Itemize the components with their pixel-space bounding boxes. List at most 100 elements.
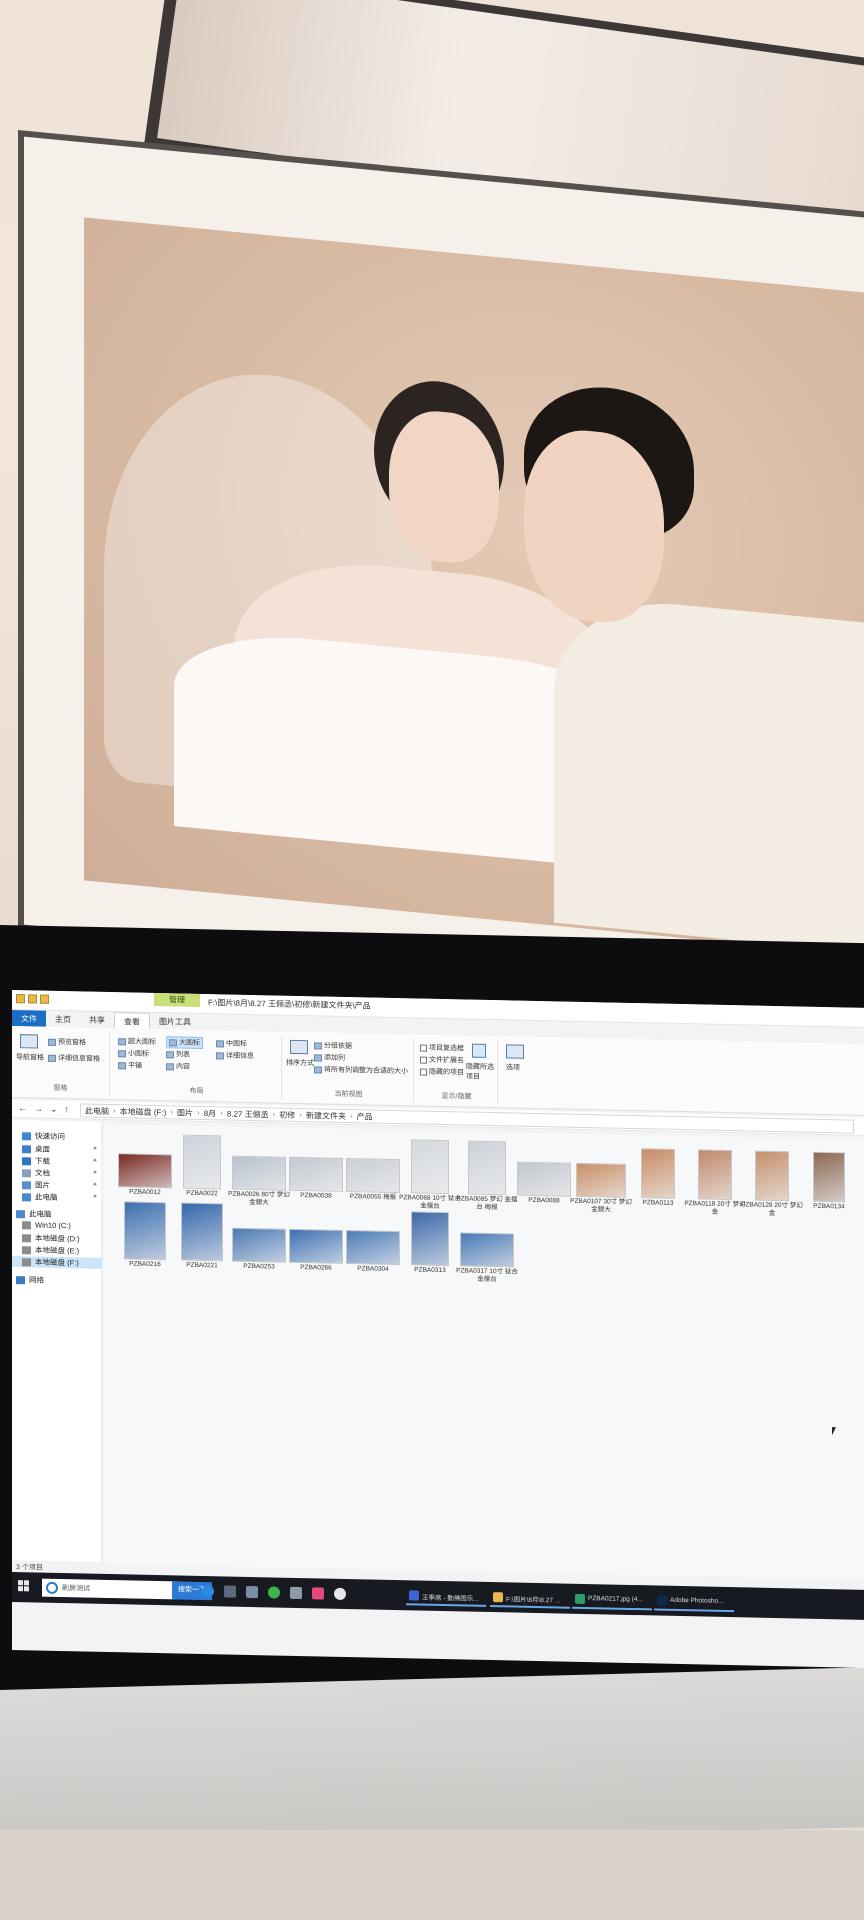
layout-extra-large-icons[interactable]: 超大图标 (118, 1036, 156, 1047)
app-icon[interactable] (290, 1586, 302, 1600)
checkbox[interactable] (420, 1044, 427, 1052)
back-arrow-icon[interactable]: ← (18, 1103, 27, 1114)
recent-chevron-icon[interactable]: ⌄ (50, 1104, 58, 1115)
file-thumbnail[interactable]: PZBA0012 (118, 1130, 172, 1201)
pin-icon[interactable]: ✦ (92, 1193, 98, 1201)
taskbar-window-button[interactable]: Adobe Photosho... (654, 1590, 734, 1613)
file-thumbnail[interactable]: PZBA0026 80寸 梦幻金銀大 (228, 1133, 290, 1206)
tab-view[interactable]: 查看 (114, 1012, 150, 1029)
folder-icon[interactable] (40, 994, 49, 1004)
breadcrumb-item[interactable]: 初修 (279, 1110, 295, 1120)
folder-icon[interactable] (16, 994, 25, 1004)
options-button[interactable]: 选项 (506, 1062, 520, 1072)
pin-icon[interactable]: ✦ (92, 1181, 98, 1189)
item-checkboxes-toggle[interactable]: 项目复选框 (420, 1043, 464, 1054)
tab-home[interactable]: 主页 (46, 1011, 80, 1028)
group-by-button[interactable]: 分组依据 (314, 1040, 352, 1051)
sidebar-item[interactable]: 文档 (22, 1167, 50, 1179)
file-thumbnail[interactable]: PZBA0088 (517, 1139, 571, 1210)
checkbox[interactable] (420, 1068, 427, 1076)
sidebar-item[interactable]: Win10 (C:) (22, 1220, 71, 1230)
file-thumbnail[interactable]: PZBA0118 20寸 梦幻金 (684, 1142, 746, 1216)
file-thumbnail[interactable]: PZBA0068 10寸 钛合金摆台 (399, 1136, 461, 1210)
hide-selected-icon[interactable] (472, 1043, 486, 1058)
checkbox[interactable] (420, 1056, 427, 1064)
preview-pane-button[interactable]: 预览窗格 (48, 1037, 86, 1048)
quick-access-toolbar[interactable] (16, 994, 49, 1004)
details-pane-button[interactable]: 详细信息窗格 (48, 1053, 100, 1064)
search-input[interactable]: 刷屏测试 (62, 1585, 90, 1593)
sort-icon[interactable] (290, 1039, 308, 1055)
hidden-items-toggle[interactable]: 隐藏的项目 (420, 1067, 464, 1078)
file-thumbnail[interactable]: PZBA0221 (175, 1203, 229, 1274)
breadcrumb-item[interactable]: 8月 (204, 1108, 216, 1118)
breadcrumb-item[interactable]: 8.27 王俪丞 (227, 1108, 269, 1119)
sidebar-item[interactable]: 图片 (22, 1179, 50, 1191)
app-icon[interactable] (312, 1587, 324, 1600)
wechat-icon[interactable] (268, 1586, 280, 1599)
add-columns-button[interactable]: 添加列 (314, 1052, 345, 1063)
breadcrumb-item[interactable]: 产品 (357, 1111, 373, 1121)
breadcrumb-item[interactable]: 此电脑 (85, 1106, 109, 1117)
sidebar-item[interactable]: 此电脑 (16, 1208, 52, 1220)
pin-icon[interactable]: ✦ (92, 1169, 98, 1177)
file-thumbnail[interactable]: PZBA0253 (232, 1205, 286, 1276)
file-thumbnail[interactable]: PZBA0313 (403, 1208, 457, 1279)
layout-medium-icons[interactable]: 中图标 (216, 1038, 247, 1049)
tab-share[interactable]: 共享 (80, 1011, 114, 1028)
file-thumbnail[interactable]: PZBA0266 (289, 1206, 343, 1277)
layout-large-icons[interactable]: 大图标 (166, 1036, 203, 1050)
layout-content[interactable]: 内容 (166, 1061, 190, 1072)
sidebar-item[interactable]: 本地磁盘 (F:) (12, 1256, 102, 1269)
layout-tiles[interactable]: 平铺 (118, 1060, 142, 1071)
breadcrumb-item[interactable]: 图片 (177, 1107, 193, 1117)
file-thumbnail[interactable]: PZBA0304 (346, 1207, 400, 1278)
app-icon[interactable] (334, 1587, 346, 1600)
taskbar-search[interactable]: 刷屏测试 搜索一下 (42, 1578, 212, 1601)
hide-selected-button[interactable]: 隐藏所选项目 (466, 1062, 498, 1083)
sidebar-item[interactable]: 此电脑 (22, 1191, 58, 1203)
up-arrow-icon[interactable]: ↑ (65, 1104, 70, 1115)
sidebar-item[interactable]: 网络 (16, 1274, 44, 1286)
file-thumbnail[interactable]: PZBA0317 10寸 钛合金摆台 (456, 1209, 518, 1283)
taskbar-window-button[interactable]: PZBA0217.jpg (4... (572, 1588, 652, 1611)
sidebar-item[interactable]: 下载 (22, 1155, 50, 1167)
sidebar-item[interactable]: 快速访问 (22, 1130, 65, 1142)
layout-small-icons[interactable]: 小图标 (118, 1048, 149, 1059)
task-view-icon[interactable] (224, 1585, 236, 1598)
manage-context-tab[interactable]: 管理 (154, 992, 200, 1007)
navigation-pane-button[interactable]: 导航窗格 (16, 1052, 44, 1063)
layout-list[interactable]: 列表 (166, 1049, 190, 1060)
navigation-pane-icon[interactable] (20, 1034, 38, 1049)
file-thumbnail[interactable]: PZBA0134 (802, 1145, 856, 1216)
tab-file[interactable]: 文件 (12, 1010, 46, 1027)
sort-by-button[interactable]: 排序方式 (286, 1058, 314, 1069)
sidebar-item[interactable]: 桌面 (22, 1143, 50, 1155)
fit-columns-button[interactable]: 将所有列调整为合适的大小 (314, 1064, 408, 1076)
tab-picture-tools[interactable]: 图片工具 (150, 1013, 200, 1030)
file-thumbnail[interactable]: PZBA0128 20寸 梦幻金 (741, 1143, 803, 1217)
edge-browser-icon[interactable] (202, 1584, 214, 1598)
folder-icon[interactable] (28, 994, 37, 1004)
file-thumbnail[interactable]: PZBA0216 (118, 1202, 172, 1273)
forward-arrow-icon[interactable]: → (34, 1103, 43, 1114)
breadcrumb-item[interactable]: 新建文件夹 (306, 1110, 346, 1121)
file-thumbnail[interactable]: PZBA0113 (631, 1141, 685, 1212)
app-icon[interactable] (246, 1585, 258, 1599)
pin-icon[interactable]: ✦ (92, 1145, 98, 1153)
sidebar-item[interactable]: 本地磁盘 (E:) (22, 1244, 79, 1256)
file-thumbnail[interactable]: PZBA0022 (175, 1131, 229, 1202)
file-thumbnail[interactable]: PZBA0107 30寸 梦幻金銀大 (570, 1140, 632, 1214)
file-thumbnail[interactable]: PZBA0085 梦幻 金摆台 梅报 (456, 1137, 518, 1211)
pin-icon[interactable]: ✦ (92, 1157, 98, 1165)
file-thumbnail[interactable]: PZBA0038 (289, 1134, 343, 1205)
windows-start-icon[interactable] (18, 1580, 29, 1592)
taskbar-window-button[interactable]: 王季席 - 勤佛图乐... (406, 1585, 486, 1607)
layout-details[interactable]: 详细信息 (216, 1050, 254, 1061)
file-extensions-toggle[interactable]: 文件扩展名 (420, 1055, 464, 1066)
file-thumbnail[interactable]: PZBA0055 梅报 (346, 1135, 400, 1206)
taskbar-window-button[interactable]: F:\图片\8月\8.27 ... (490, 1587, 570, 1609)
options-icon[interactable] (506, 1044, 524, 1059)
sidebar-item[interactable]: 本地磁盘 (D:) (22, 1232, 80, 1244)
breadcrumb-item[interactable]: 本地磁盘 (F:) (120, 1106, 167, 1117)
